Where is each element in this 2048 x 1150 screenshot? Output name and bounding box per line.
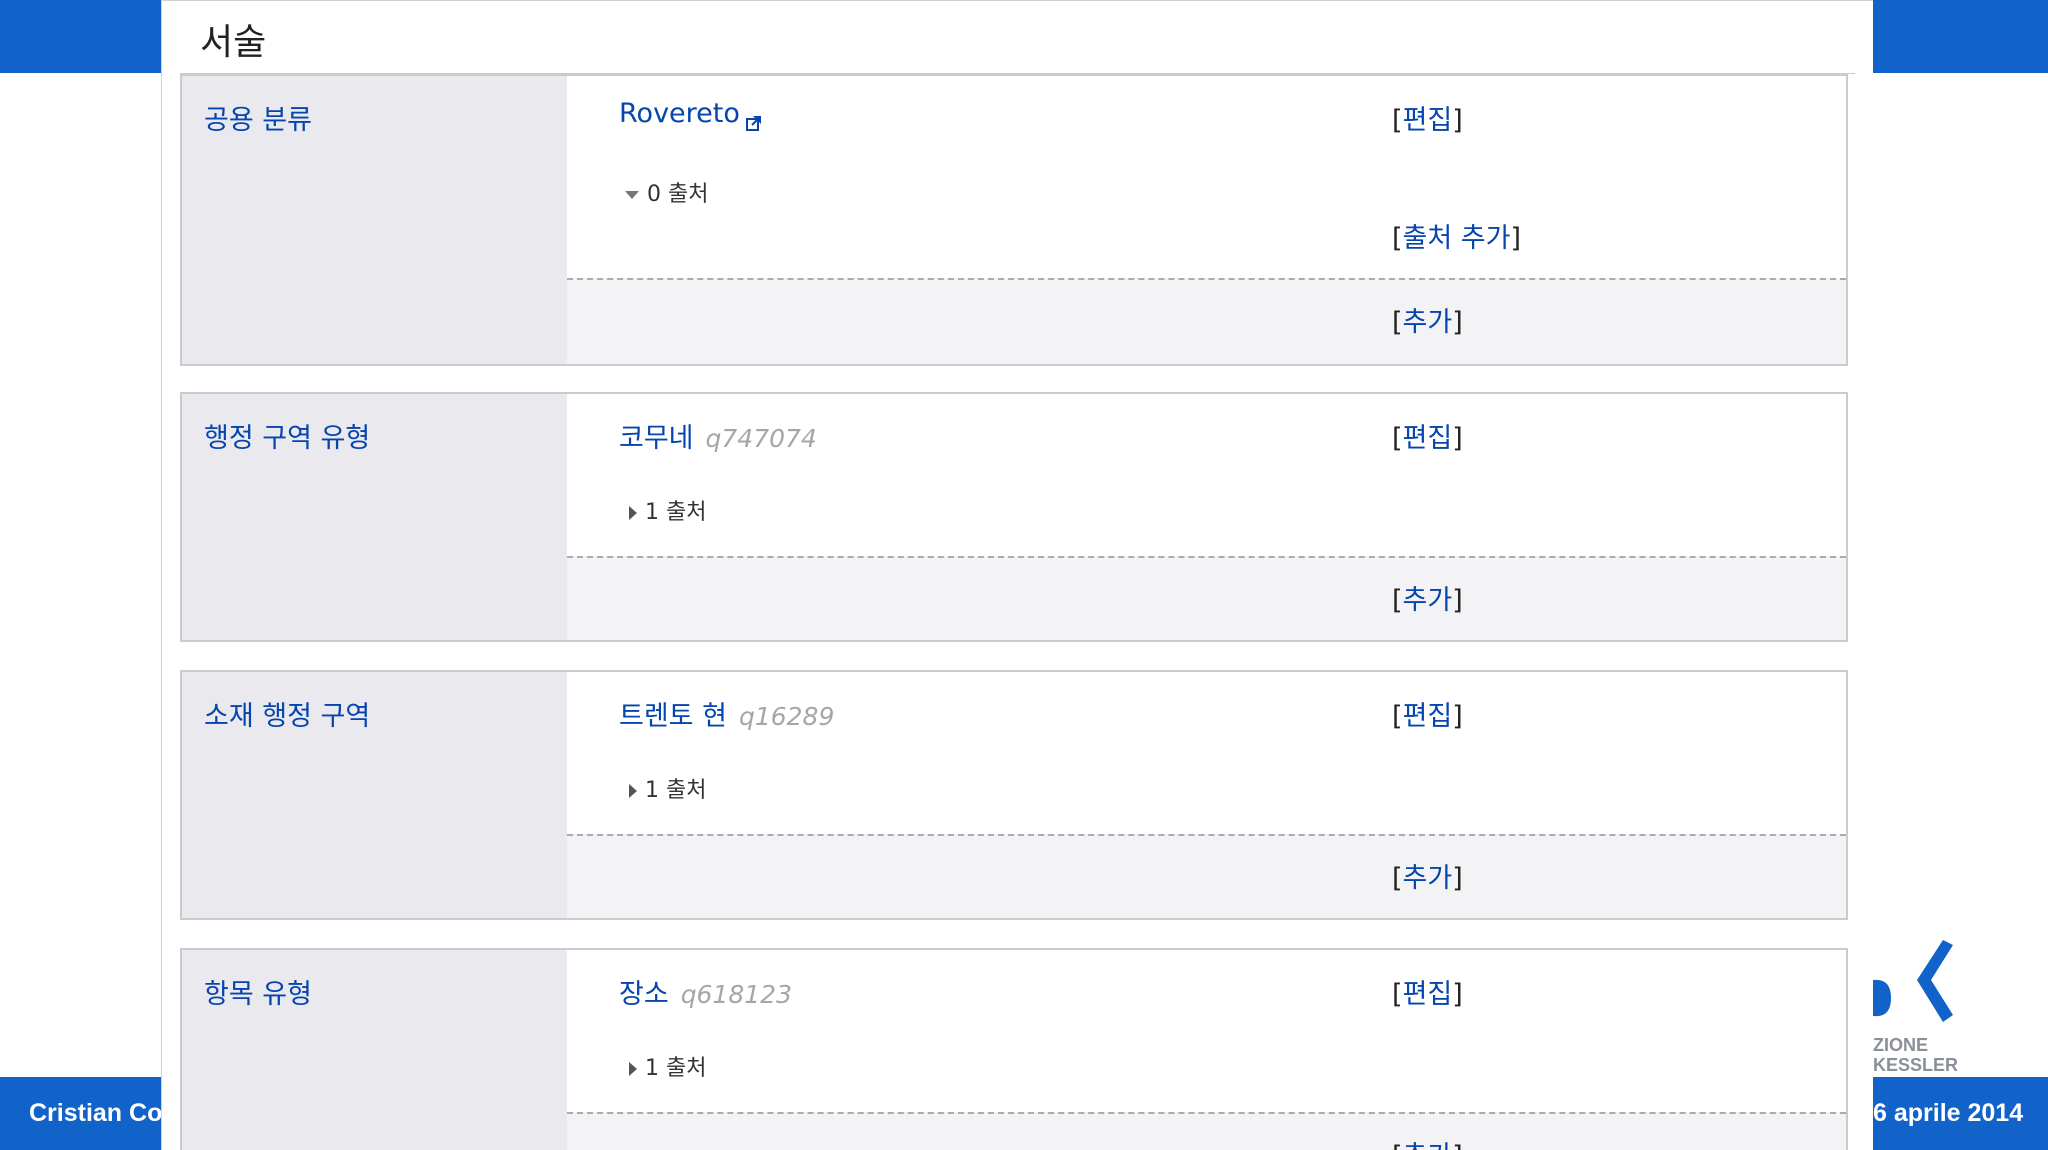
property-column: 소재 행정 구역: [182, 672, 567, 918]
item-id: q618123: [680, 980, 792, 1009]
item-id: q16289: [738, 702, 835, 731]
fbk-logo: ZIONE KESSLER: [1873, 940, 2048, 1075]
add-link[interactable]: 추가: [1403, 863, 1453, 894]
references-count: 1 출처: [645, 778, 707, 803]
references-toggle[interactable]: 1 출처: [625, 494, 706, 526]
add-reference-link[interactable]: 출처 추가: [1403, 223, 1511, 254]
value-link[interactable]: 코무네 q747074: [619, 416, 817, 455]
footer-date: 6 aprile 2014: [1873, 1077, 2048, 1150]
add-reference-control: [출처 추가]: [1392, 223, 1522, 254]
statement-group: 공용 분류 Rovereto 0 출처 [편집] [출처 추가] [추가]: [180, 74, 1848, 366]
property-column: 행정 구역 유형: [182, 394, 567, 640]
expand-triangle-icon: [629, 784, 637, 798]
references-toggle[interactable]: 1 출처: [625, 1050, 706, 1082]
add-control: [추가]: [1392, 585, 1463, 616]
section-heading: 서술: [200, 22, 267, 63]
references-toggle[interactable]: 1 출처: [625, 772, 706, 804]
value-text[interactable]: 코무네: [619, 423, 694, 454]
edit-link[interactable]: 편집: [1403, 979, 1453, 1010]
add-control: [추가]: [1392, 863, 1463, 894]
property-column: 항목 유형: [182, 950, 567, 1150]
value-link[interactable]: 장소 q618123: [619, 972, 792, 1011]
edit-control: [편집]: [1392, 423, 1463, 454]
add-link[interactable]: 추가: [1403, 307, 1453, 338]
references-count: 0 출처: [647, 182, 709, 207]
statement-group: 소재 행정 구역 트렌토 현 q16289 1 출처 [편집] [추가]: [180, 670, 1848, 920]
references-count: 1 출처: [645, 1056, 707, 1081]
edit-link[interactable]: 편집: [1403, 701, 1453, 732]
add-control: [추가]: [1392, 1134, 1463, 1150]
statement-group: 항목 유형 장소 q618123 1 출처 [편집] [추가]: [180, 948, 1848, 1150]
edit-control: [편집]: [1392, 979, 1463, 1010]
value-link[interactable]: Rovereto: [619, 98, 762, 131]
fbk-logo-mark: [1873, 940, 1953, 1022]
property-link[interactable]: 공용 분류: [204, 98, 312, 137]
add-link[interactable]: 추가: [1403, 585, 1453, 616]
logo-text-line-2: KESSLER: [1873, 1055, 1959, 1075]
external-link-icon: [745, 107, 762, 131]
add-link[interactable]: 추가: [1403, 1141, 1453, 1150]
property-link[interactable]: 소재 행정 구역: [204, 694, 370, 733]
value-link[interactable]: 트렌토 현 q16289: [619, 694, 834, 733]
expand-triangle-icon: [629, 1062, 637, 1076]
slide-top-right-bar: [1873, 0, 2048, 73]
collapse-triangle-icon: [625, 191, 639, 199]
item-id: q747074: [705, 424, 817, 453]
footer-author-text: Cristian Co: [29, 1099, 161, 1127]
logo-text-line-1: ZIONE: [1873, 1035, 1929, 1055]
value-text[interactable]: 장소: [619, 979, 669, 1010]
edit-link[interactable]: 편집: [1403, 423, 1453, 454]
statement-group: 행정 구역 유형 코무네 q747074 1 출처 [편집] [추가]: [180, 392, 1848, 642]
footer-date-text: 6 aprile 2014: [1873, 1099, 2024, 1127]
add-row: [추가]: [567, 834, 1846, 918]
value-text[interactable]: 트렌토 현: [619, 701, 727, 732]
slide-top-left-bar: [0, 0, 161, 73]
add-row: [추가]: [567, 556, 1846, 640]
edit-link[interactable]: 편집: [1403, 105, 1453, 136]
references-count: 1 출처: [645, 500, 707, 525]
add-control: [추가]: [1392, 307, 1463, 338]
property-link[interactable]: 행정 구역 유형: [204, 416, 370, 455]
expand-triangle-icon: [629, 506, 637, 520]
value-text[interactable]: Rovereto: [619, 98, 740, 129]
edit-control: [편집]: [1392, 105, 1463, 136]
edit-control: [편집]: [1392, 701, 1463, 732]
references-toggle[interactable]: 0 출처: [625, 176, 708, 208]
add-row: [추가]: [567, 1112, 1846, 1150]
logo-text: ZIONE KESSLER: [1873, 1035, 1958, 1075]
property-column: 공용 분류: [182, 76, 567, 364]
footer-author: Cristian Co: [0, 1077, 161, 1150]
wikidata-screenshot: 서술 공용 분류 Rovereto 0 출처 [편집] [출처 추가] [추가]…: [161, 0, 1873, 1150]
add-row: [추가]: [567, 278, 1846, 364]
property-link[interactable]: 항목 유형: [204, 972, 312, 1011]
